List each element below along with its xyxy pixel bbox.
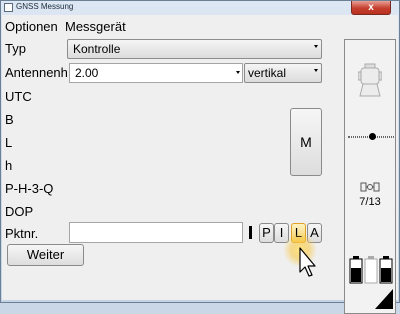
typ-value: Kontrolle (73, 42, 121, 56)
typ-select[interactable]: Kontrolle (67, 39, 322, 59)
app-window: GNSS Messung x Optionen Messgerät Typ Ko… (0, 0, 400, 314)
antenne-value: 2.00 (75, 66, 99, 80)
client-area: Optionen Messgerät Typ Kontrolle Antenne… (2, 15, 398, 314)
p-button[interactable]: P (259, 223, 274, 243)
phq-label: P-H-3-Q (5, 181, 54, 196)
antenne-mode-select[interactable]: vertikal (244, 63, 322, 83)
antenne-label: Antennenh (5, 65, 67, 80)
h-label: h (5, 158, 13, 173)
chevron-down-icon[interactable] (236, 71, 240, 74)
app-icon (4, 3, 13, 12)
pktnr-field[interactable] (69, 222, 243, 243)
dop-label: DOP (5, 204, 34, 219)
menu-optionen[interactable]: Optionen (5, 19, 58, 34)
b-label: B (5, 112, 14, 127)
l-label: L (5, 135, 13, 150)
title-bar: GNSS Messung x (1, 1, 399, 15)
signal-indicator (249, 226, 252, 239)
a-button[interactable]: A (307, 223, 322, 243)
window-title: GNSS Messung (16, 2, 74, 11)
slider-handle[interactable] (369, 133, 376, 140)
chevron-down-icon (314, 45, 318, 48)
close-icon: x (368, 2, 374, 13)
utc-label: UTC (5, 89, 32, 104)
battery-icon (348, 256, 394, 289)
menu-messgeraet[interactable]: Messgerät (65, 19, 126, 34)
level-slider[interactable] (348, 133, 394, 141)
weiter-button[interactable]: Weiter (7, 244, 84, 266)
side-panel: 7/13 (344, 39, 396, 314)
pktnr-label: Pktnr. (5, 226, 39, 241)
chevron-down-icon (314, 69, 318, 72)
m-button[interactable]: M (290, 108, 322, 176)
signal-strength-icon (375, 289, 393, 314)
l-button[interactable]: L (291, 223, 306, 243)
satellite-counter: 7/13 (359, 196, 381, 208)
i-button[interactable]: I (274, 223, 289, 243)
typ-label: Typ (5, 41, 26, 56)
antenne-height-field[interactable]: 2.00 (69, 63, 243, 83)
close-button[interactable]: x (351, 1, 391, 15)
antenne-mode-value: vertikal (248, 66, 287, 80)
device-icon (357, 63, 383, 104)
